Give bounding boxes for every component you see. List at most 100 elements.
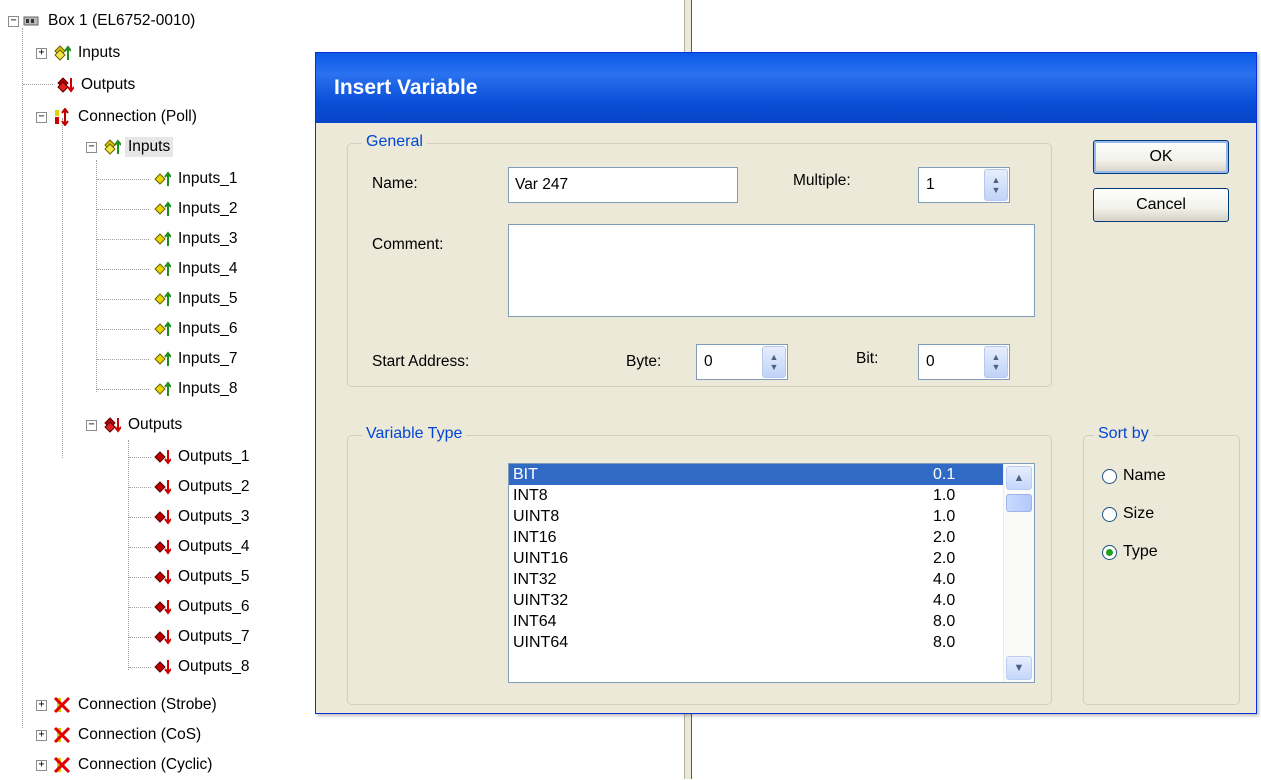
tree-node-input-item[interactable]: Inputs_6 [153, 314, 240, 344]
variable-type-item[interactable]: BIT 0.1 [509, 464, 1034, 485]
tree-node-output-item[interactable]: Outputs_8 [153, 652, 253, 682]
tree-node-input-item[interactable]: Inputs_4 [153, 254, 240, 284]
tree-node-output-item[interactable]: Outputs_5 [153, 562, 253, 592]
type-name: INT32 [513, 570, 557, 588]
ok-button[interactable]: OK [1093, 140, 1229, 174]
type-size: 2.0 [933, 549, 956, 567]
spin-arrows-icon[interactable]: ▲ ▼ [762, 346, 786, 378]
sort-name-radio[interactable]: Name [1102, 467, 1166, 485]
collapse-icon[interactable]: − [8, 15, 19, 27]
tree-node-inputs[interactable]: + Inputs [36, 38, 123, 68]
input-variable-icon [153, 200, 172, 218]
expand-icon[interactable]: + [36, 759, 47, 771]
tree-node-input-item[interactable]: Inputs_5 [153, 284, 240, 314]
disabled-connection-icon [53, 756, 71, 774]
variable-type-item[interactable]: UINT16 2.0 [509, 548, 1034, 569]
radio-icon[interactable] [1102, 468, 1117, 484]
dialog-titlebar[interactable]: Insert Variable [316, 53, 1256, 123]
comment-input[interactable] [508, 224, 1035, 317]
output-variable-icon [153, 658, 172, 676]
variable-type-item[interactable]: INT16 2.0 [509, 527, 1034, 548]
radio-icon[interactable] [1102, 506, 1117, 522]
tree-node-input-item[interactable]: Inputs_2 [153, 194, 240, 224]
tree-node-poll-inputs[interactable]: − Inputs [86, 132, 174, 162]
tree-node-connection-poll[interactable]: − Connection (Poll) [36, 102, 200, 132]
tree-label: Outputs_4 [178, 538, 250, 555]
spin-arrows-icon[interactable]: ▲ ▼ [984, 346, 1008, 378]
bit-label: Bit: [856, 350, 879, 367]
tree-node-box1[interactable]: − Box 1 (EL6752-0010) [8, 6, 198, 36]
tree-node-output-item[interactable]: Outputs_2 [153, 472, 253, 502]
type-size: 2.0 [933, 528, 956, 546]
tree-node-connection-cos[interactable]: + Connection (CoS) [36, 720, 204, 750]
bit-value: 0 [926, 353, 935, 370]
tree-node-input-item[interactable]: Inputs_8 [153, 374, 240, 404]
inputs-icon [53, 44, 72, 62]
tree-node-poll-outputs[interactable]: − Outputs [86, 410, 185, 440]
type-name: INT16 [513, 528, 557, 546]
collapse-icon[interactable]: − [36, 111, 47, 123]
collapse-icon[interactable]: − [86, 419, 97, 431]
expand-icon[interactable]: + [36, 729, 47, 741]
variable-type-item[interactable]: UINT64 8.0 [509, 632, 1034, 653]
spin-arrows-icon[interactable]: ▲ ▼ [984, 169, 1008, 201]
scroll-up-icon[interactable]: ▲ [1006, 466, 1032, 490]
sort-type-radio[interactable]: Type [1102, 543, 1158, 561]
output-variable-icon [153, 628, 172, 646]
variable-type-item[interactable]: UINT8 1.0 [509, 506, 1034, 527]
tree-label: Inputs_2 [178, 200, 238, 217]
byte-spinner[interactable]: 0 ▲ ▼ [696, 344, 788, 380]
tree-node-input-item[interactable]: Inputs_7 [153, 344, 240, 374]
tree-node-input-item[interactable]: Inputs_1 [153, 164, 240, 194]
tree-label: Connection (Strobe) [78, 696, 217, 713]
tree-node-output-item[interactable]: Outputs_4 [153, 532, 253, 562]
collapse-icon[interactable]: − [86, 141, 97, 153]
multiple-spinner[interactable]: 1 ▲ ▼ [918, 167, 1010, 203]
outputs-icon [103, 416, 122, 434]
variable-type-item[interactable]: INT64 8.0 [509, 611, 1034, 632]
tree-label: Inputs [125, 137, 174, 157]
inputs-icon [103, 138, 122, 156]
input-variable-icon [153, 260, 172, 278]
expand-icon[interactable]: + [36, 47, 47, 59]
input-variable-icon [153, 290, 172, 308]
tree-node-input-item[interactable]: Inputs_3 [153, 224, 240, 254]
tree-label: Outputs_7 [178, 628, 250, 645]
expand-icon[interactable]: + [36, 699, 47, 711]
tree-node-output-item[interactable]: Outputs_1 [153, 442, 253, 472]
tree-node-output-item[interactable]: Outputs_6 [153, 592, 253, 622]
sort-size-radio[interactable]: Size [1102, 505, 1154, 523]
tree-label: Inputs_3 [178, 230, 238, 247]
tree-label: Inputs_6 [178, 320, 238, 337]
tree-label: Inputs [78, 44, 121, 61]
sort-by-group-title: Sort by [1094, 425, 1153, 443]
tree-label: Outputs [128, 416, 183, 433]
type-size: 1.0 [933, 507, 956, 525]
scroll-thumb[interactable] [1006, 494, 1032, 512]
cancel-button[interactable]: Cancel [1093, 188, 1229, 222]
name-input[interactable]: Var 247 [508, 167, 738, 203]
variable-type-group-title: Variable Type [362, 425, 467, 443]
tree-node-connection-strobe[interactable]: + Connection (Strobe) [36, 690, 220, 720]
radio-label: Name [1123, 467, 1166, 484]
tree-node-connection-cyclic[interactable]: + Connection (Cyclic) [36, 750, 215, 780]
output-variable-icon [153, 568, 172, 586]
device-tree: − Box 1 (EL6752-0010) + Inputs Outputs −… [0, 0, 330, 779]
radio-icon[interactable] [1102, 544, 1117, 560]
scroll-down-icon[interactable]: ▼ [1006, 656, 1032, 680]
tree-node-outputs[interactable]: Outputs [56, 70, 138, 100]
variable-type-item[interactable]: INT32 4.0 [509, 569, 1034, 590]
variable-type-item[interactable]: UINT32 4.0 [509, 590, 1034, 611]
type-name: INT8 [513, 486, 548, 504]
outputs-icon [56, 76, 75, 94]
bit-spinner[interactable]: 0 ▲ ▼ [918, 344, 1010, 380]
tree-label: Inputs_1 [178, 170, 238, 187]
list-scrollbar[interactable]: ▲ ▼ [1003, 464, 1034, 682]
tree-node-output-item[interactable]: Outputs_3 [153, 502, 253, 532]
variable-type-list[interactable]: BIT 0.1 INT8 1.0 UINT8 1.0 INT16 2.0 UIN… [508, 463, 1035, 683]
variable-type-item[interactable]: INT8 1.0 [509, 485, 1034, 506]
tree-label: Outputs_5 [178, 568, 250, 585]
output-variable-icon [153, 598, 172, 616]
tree-node-output-item[interactable]: Outputs_7 [153, 622, 253, 652]
byte-label: Byte: [626, 353, 662, 370]
